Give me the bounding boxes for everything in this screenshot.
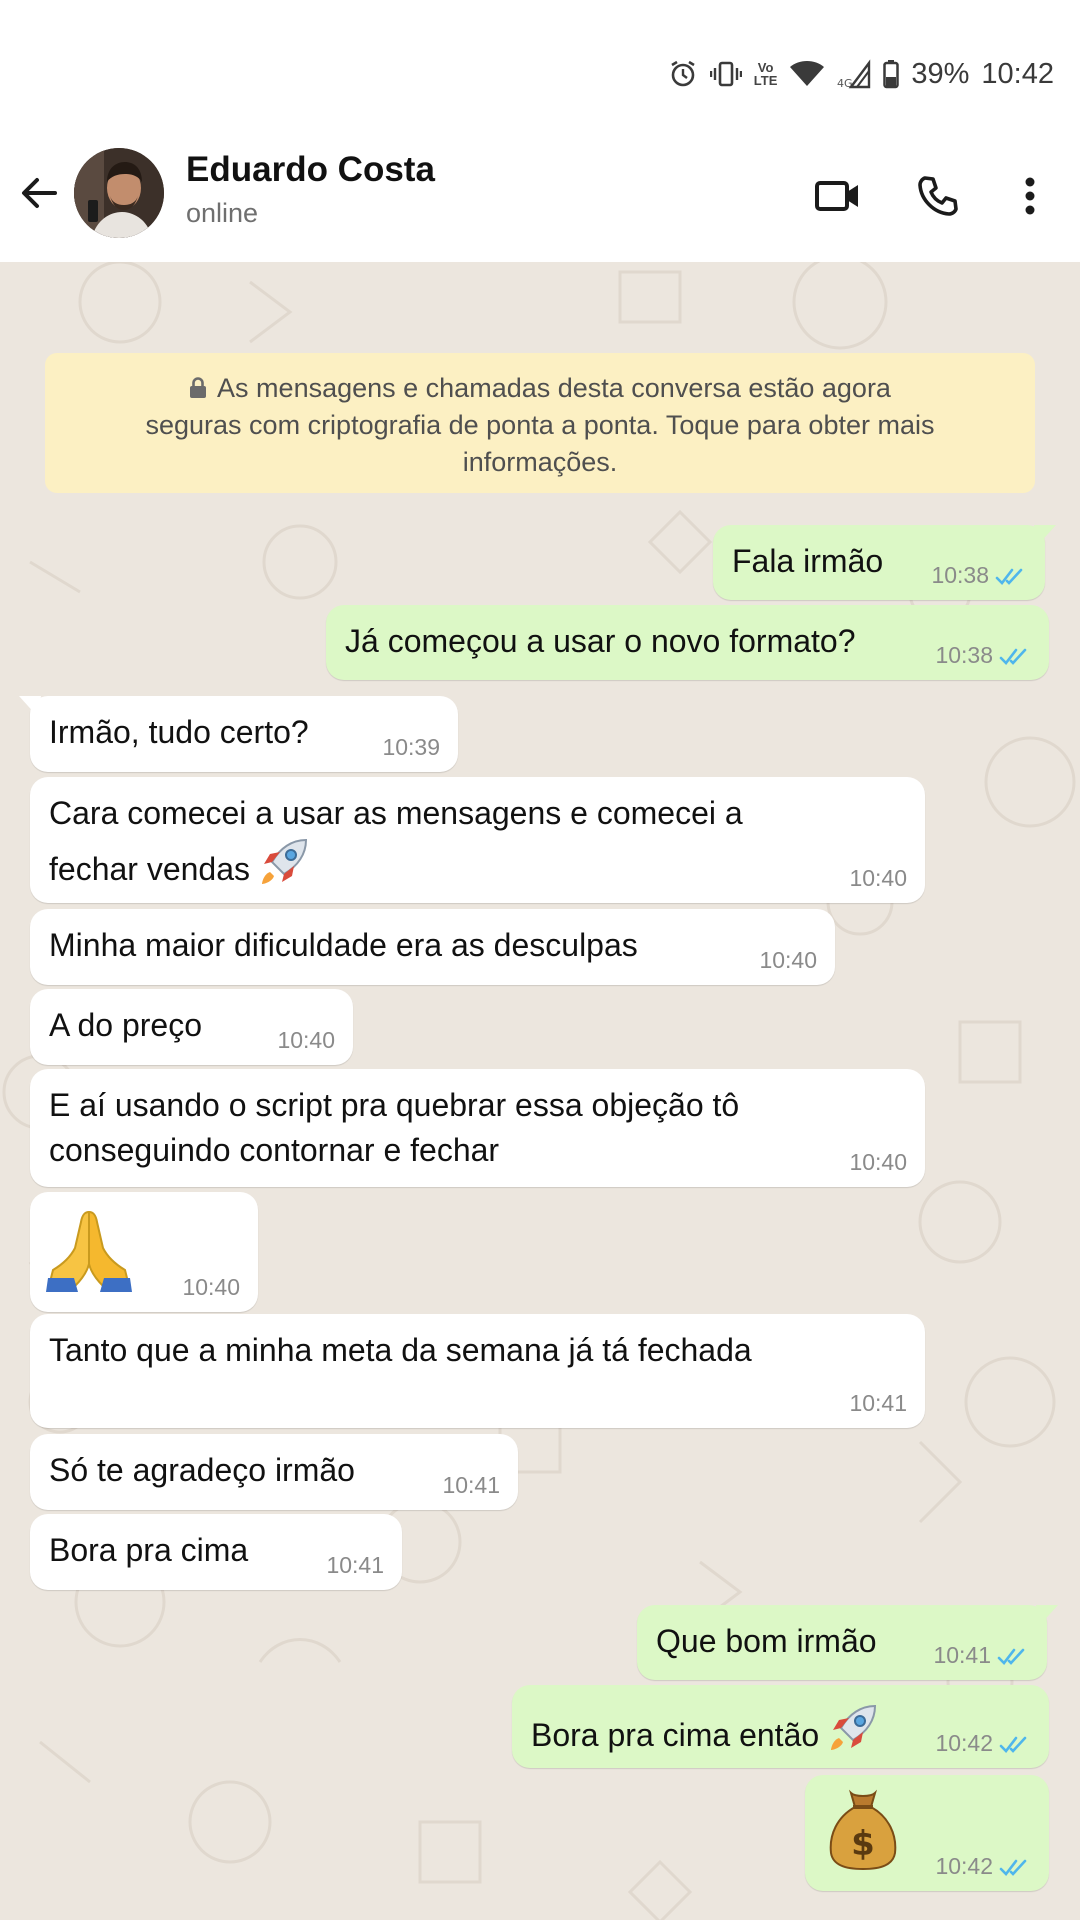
message-bubble-incoming[interactable]: Tanto que a minha meta da semana já tá f…	[30, 1314, 925, 1428]
message-time: 10:38	[935, 642, 1029, 668]
message-bubble-outgoing[interactable]: Bora pra cima então 10:42	[512, 1685, 1049, 1768]
wifi-icon	[789, 60, 825, 88]
message-time: 10:41	[933, 1642, 1027, 1668]
message-bubble-incoming[interactable]: A do preço 10:40	[30, 989, 353, 1065]
battery-percent: 39%	[911, 57, 970, 90]
message-time: 10:41	[849, 1390, 907, 1416]
rocket-icon	[831, 1704, 877, 1750]
back-arrow-icon[interactable]	[14, 168, 64, 218]
message-text: Só te agradeço irmão	[49, 1452, 355, 1488]
message-bubble-outgoing[interactable]: Fala irmão 10:38	[713, 525, 1056, 600]
signal-4g-icon: 4G	[837, 59, 871, 89]
message-text: Já começou a usar o novo formato?	[345, 623, 856, 659]
message-time: 10:40	[849, 865, 907, 891]
message-text: Que bom irmão	[656, 1623, 877, 1659]
rocket-icon	[262, 838, 308, 884]
volte-icon: Vo LTE	[753, 60, 778, 88]
message-text: Cara comecei a usar as mensagens e comec…	[49, 795, 743, 887]
message-bubble-incoming[interactable]: Cara comecei a usar as mensagens e comec…	[30, 777, 925, 903]
contact-status: online	[186, 198, 259, 228]
lock-icon	[190, 377, 207, 398]
notice-line-2: seguras com criptografia de ponta a pont…	[145, 410, 935, 440]
chat-header: Eduardo Costa online	[0, 128, 1080, 263]
message-time: 10:40	[849, 1149, 907, 1175]
contact-name[interactable]: Eduardo Costa	[186, 150, 435, 190]
svg-text:$: $	[851, 1824, 875, 1864]
read-receipt-icon	[995, 568, 1023, 585]
message-text: Bora pra cima então	[531, 1702, 879, 1758]
message-bubble-incoming[interactable]: Minha maior dificuldade era as desculpas…	[30, 909, 835, 985]
money-bag-icon: $	[827, 1785, 899, 1883]
message-text: Minha maior dificuldade era as desculpas	[49, 927, 638, 963]
message-bubble-incoming[interactable]: 10:40	[30, 1192, 258, 1312]
message-bubble-outgoing[interactable]: Que bom irmão 10:41	[637, 1605, 1058, 1680]
message-bubble-outgoing[interactable]: $ 10:42	[805, 1775, 1049, 1891]
chat-area[interactable]: As mensagens e chamadas desta conversa e…	[0, 262, 1080, 1920]
message-time: 10:40	[759, 947, 817, 973]
message-time: 10:42	[935, 1730, 1029, 1756]
voice-call-icon[interactable]	[908, 166, 968, 226]
message-time: 10:40	[182, 1274, 240, 1300]
message-bubble-outgoing[interactable]: Já começou a usar o novo formato? 10:38	[326, 605, 1049, 680]
clock: 10:42	[981, 57, 1054, 90]
message-time: 10:41	[442, 1472, 500, 1498]
avatar[interactable]	[74, 148, 164, 238]
alarm-icon	[668, 59, 698, 89]
message-time: 10:38	[931, 562, 1025, 588]
more-options-icon[interactable]	[1000, 166, 1060, 226]
status-icons: Vo LTE 4G 39% 10:42	[668, 52, 1054, 96]
message-time: 10:40	[277, 1027, 335, 1053]
vibrate-icon	[709, 59, 742, 89]
message-text: Fala irmão	[732, 543, 884, 579]
encryption-notice[interactable]: As mensagens e chamadas desta conversa e…	[45, 353, 1035, 493]
folded-hands-icon	[44, 1206, 134, 1308]
message-text: E aí usando o script pra quebrar essa ob…	[49, 1087, 740, 1168]
message-text: Bora pra cima	[49, 1532, 249, 1568]
message-bubble-incoming[interactable]: Só te agradeço irmão 10:41	[30, 1434, 518, 1510]
message-bubble-incoming[interactable]: Bora pra cima 10:41	[30, 1514, 402, 1590]
message-time: 10:42	[935, 1853, 1029, 1879]
battery-icon	[883, 59, 900, 89]
message-text: Irmão, tudo certo?	[49, 714, 309, 750]
message-time: 10:41	[326, 1552, 384, 1578]
message-bubble-incoming[interactable]: Irmão, tudo certo? 10:39	[19, 696, 458, 772]
read-receipt-icon	[999, 1736, 1027, 1753]
status-bar: Vo LTE 4G 39% 10:42	[0, 0, 1080, 128]
message-bubble-incoming[interactable]: E aí usando o script pra quebrar essa ob…	[30, 1069, 925, 1187]
message-text: A do preço	[49, 1007, 202, 1043]
read-receipt-icon	[999, 1859, 1027, 1876]
read-receipt-icon	[997, 1648, 1025, 1665]
message-text: Tanto que a minha meta da semana já tá f…	[49, 1332, 752, 1368]
notice-line-3: informações.	[462, 447, 618, 477]
notice-line-1: As mensagens e chamadas desta conversa e…	[75, 370, 1005, 407]
video-call-icon[interactable]	[808, 166, 868, 226]
read-receipt-icon	[999, 648, 1027, 665]
message-time: 10:39	[382, 734, 440, 760]
